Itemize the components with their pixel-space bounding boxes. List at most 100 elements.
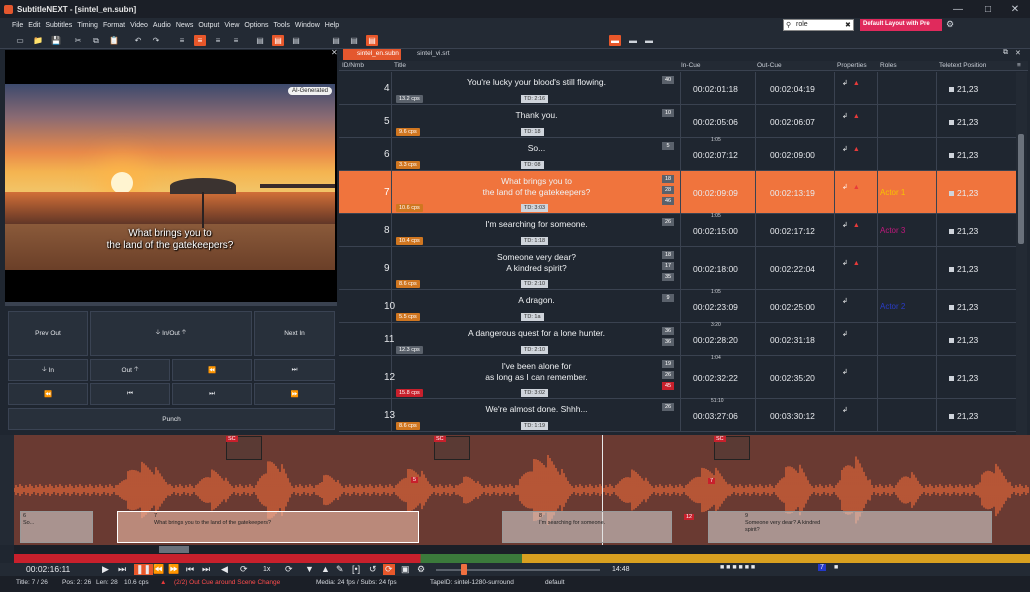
view-mode-icon[interactable]: ▬	[609, 35, 621, 46]
grid-row-5[interactable]: 5 Thank you. 9.6 cps TD: 18 10 00:02:05:06 00:…	[339, 105, 1022, 138]
undo-icon[interactable]: ↶	[132, 35, 144, 46]
timeline-clip-8[interactable]: 8 I'm searching for someone.	[502, 511, 672, 543]
role-label[interactable]: Actor 3	[880, 226, 905, 235]
out-cue[interactable]: 00:02:22:04	[770, 264, 815, 274]
out-cue[interactable]: 00:02:25:00	[770, 302, 815, 312]
next-in-button[interactable]: Next In	[254, 311, 335, 356]
record-icon[interactable]: ↺	[369, 564, 377, 575]
menu-video[interactable]: Video	[130, 22, 148, 29]
view-mode3-icon[interactable]: ▬	[643, 35, 655, 46]
teletext-position[interactable]: 21,23	[949, 302, 978, 312]
grid-row-4[interactable]: 4 You're lucky your blood's still flowing…	[339, 72, 1022, 105]
menu-timing[interactable]: Timing	[77, 22, 98, 29]
menu-view[interactable]: View	[224, 22, 239, 29]
in-cue[interactable]: 00:02:09:09	[693, 188, 738, 198]
menu-audio[interactable]: Audio	[153, 22, 171, 29]
row-text-line[interactable]: A dangerous quest for a lone hunter.	[394, 328, 679, 339]
teletext-position[interactable]: 21,23	[949, 226, 978, 236]
align-left-icon[interactable]: ≡	[176, 35, 188, 46]
edit-icon[interactable]: ✎	[336, 564, 344, 575]
row-text-line[interactable]: So...	[394, 143, 679, 154]
bracket-icon[interactable]: [•]	[352, 564, 360, 574]
col-id[interactable]: ID/Nmb	[342, 62, 364, 69]
copy-icon[interactable]: ⧉	[90, 35, 102, 46]
properties-icon[interactable]: ↲	[842, 368, 853, 376]
tab-sintel-en[interactable]: sintel_en.subn	[343, 49, 401, 60]
forward-fast-icon[interactable]: ⏩	[168, 564, 179, 575]
loop-icon[interactable]: ⟳	[240, 564, 248, 575]
row-text-line[interactable]: I'm searching for someone.	[394, 219, 679, 230]
video-close-icon[interactable]: ✕	[331, 48, 338, 57]
teletext-position[interactable]: 21,23	[949, 373, 978, 383]
grid-scrollbar[interactable]	[1016, 72, 1027, 435]
col-properties[interactable]: Properties	[837, 62, 867, 69]
align-right-icon[interactable]: ≡	[212, 35, 224, 46]
save-icon[interactable]: 💾	[50, 35, 62, 46]
scene-change-marker-3[interactable]: SC	[714, 436, 726, 442]
marker-7-icon[interactable]: 7	[818, 564, 826, 571]
fast-back-button[interactable]: ⏪	[8, 383, 88, 405]
timeline-clip-6[interactable]: 6 So...	[20, 511, 93, 543]
back-icon[interactable]: ◀	[221, 564, 228, 575]
teletext-position[interactable]: 21,23	[949, 264, 978, 274]
position-bottom-icon[interactable]: ▤	[290, 35, 302, 46]
tab-sintel-vi[interactable]: sintel_vi.srt	[405, 50, 450, 57]
teletext-position[interactable]: 21,23	[949, 117, 978, 127]
rewind-fast-icon[interactable]: ⏪	[153, 564, 164, 575]
marker-last-icon[interactable]: ■	[834, 564, 838, 571]
row-text-line[interactable]: A dragon.	[394, 295, 679, 306]
row-text-line[interactable]: the land of the gatekeepers?	[394, 187, 679, 198]
properties-icon[interactable]: ↲ ▲	[842, 259, 860, 267]
timeline-clip-9[interactable]: 9 Someone very dear? A kindred spirit?	[708, 511, 992, 543]
role-label[interactable]: Actor 2	[880, 302, 905, 311]
row-text-line[interactable]: Thank you.	[394, 110, 679, 121]
in-button[interactable]: 🡣 In	[8, 359, 88, 381]
row-text-line[interactable]: as long as I can remember.	[394, 372, 679, 383]
prev-frame-icon[interactable]: ⏮	[186, 564, 194, 575]
scene-change-marker-2[interactable]: SC	[434, 436, 446, 442]
skip-end-button[interactable]: ⏭	[254, 359, 335, 381]
tab-close-icon[interactable]: ✕	[1015, 49, 1021, 57]
row-text-line[interactable]: I've been alone for	[394, 361, 679, 372]
clear-search-icon[interactable]: ✖	[845, 21, 851, 29]
overview-bar[interactable]	[14, 554, 1030, 563]
screen-icon[interactable]: ▣	[401, 564, 410, 575]
play-segment-icon[interactable]: ⏭	[118, 564, 126, 575]
in-cue[interactable]: 00:02:32:22	[693, 373, 738, 383]
properties-icon[interactable]: ↲ ▲	[842, 145, 860, 153]
video-seek-bar[interactable]	[5, 302, 337, 306]
in-out-button[interactable]: 🡣 In/Out 🡡	[90, 311, 252, 356]
layout-select[interactable]: Default Layout with Pre	[860, 19, 942, 31]
menu-tools[interactable]: Tools	[274, 22, 290, 29]
out-cue[interactable]: 00:02:06:07	[770, 117, 815, 127]
teletext-position[interactable]: 21,23	[949, 84, 978, 94]
menu-edit[interactable]: Edit	[28, 22, 40, 29]
col-teletext[interactable]: Teletext Position	[939, 62, 986, 69]
in-cue[interactable]: 00:02:15:00	[693, 226, 738, 236]
row-text-line[interactable]: We're almost done. Shhh...	[394, 404, 679, 415]
scene-change-marker-1[interactable]: SC	[226, 436, 238, 442]
properties-icon[interactable]: ↲	[842, 406, 853, 414]
grid-row-6[interactable]: 6 So... 3.3 cps TD: 08 5 1:05 00:02:07:12 00:02…	[339, 137, 1022, 171]
down-marker-icon[interactable]: ▼	[305, 564, 314, 574]
box-top-icon[interactable]: ▤	[330, 35, 342, 46]
paste-icon[interactable]: 📋	[108, 35, 120, 46]
up-marker-icon[interactable]: ▲	[321, 564, 330, 574]
out-cue[interactable]: 00:03:30:12	[770, 411, 815, 421]
marker-icons[interactable]: ■ ■ ■ ■ ■ ■	[720, 564, 755, 571]
grid-row-8[interactable]: 8 I'm searching for someone. 10.4 cps TD: 1…	[339, 213, 1022, 247]
out-cue[interactable]: 00:02:04:19	[770, 84, 815, 94]
menu-output[interactable]: Output	[198, 22, 219, 29]
col-title[interactable]: Title	[394, 62, 406, 69]
properties-icon[interactable]: ↲	[842, 330, 853, 338]
properties-icon[interactable]: ↲ ▲	[842, 112, 860, 120]
grid-row-7[interactable]: 7 What brings you to the land of the gatek…	[339, 171, 1022, 214]
box-mid-icon[interactable]: ▤	[348, 35, 360, 46]
grid-row-11[interactable]: 11 A dangerous quest for a lone hunter. 12…	[339, 322, 1022, 356]
status-warning[interactable]: (2/2) Out Cue around Scene Change	[174, 579, 280, 586]
properties-icon[interactable]: ↲	[842, 297, 853, 305]
repeat-icon[interactable]: ⟳	[383, 564, 395, 575]
col-out-cue[interactable]: Out-Cue	[757, 62, 782, 69]
cut-icon[interactable]: ✂	[72, 35, 84, 46]
row-text-line[interactable]: What brings you to	[394, 176, 679, 187]
